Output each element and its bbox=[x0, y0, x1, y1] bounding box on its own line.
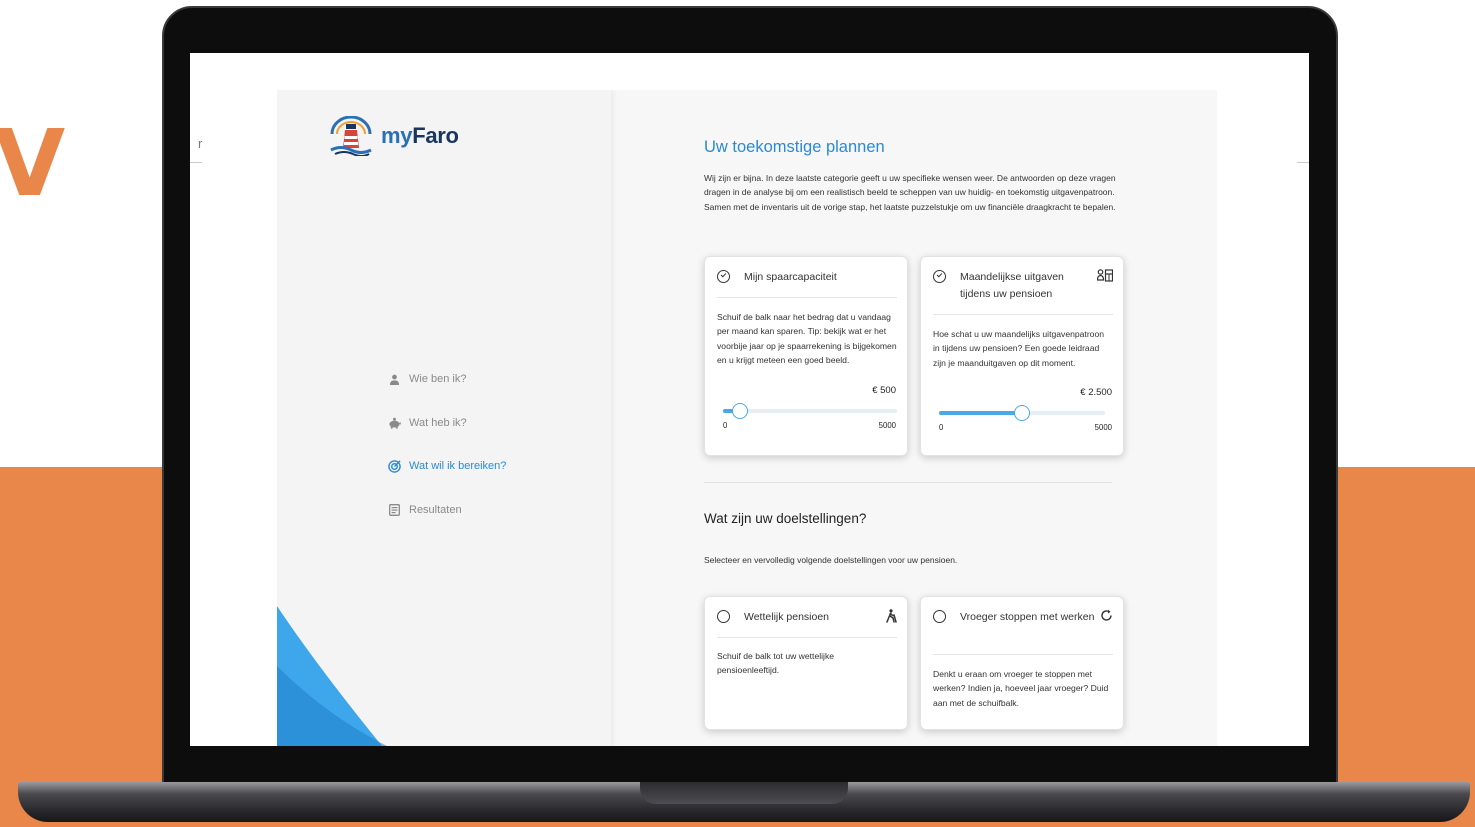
card-description: Hoe schat u uw maandelijks uitgavenpatro… bbox=[933, 329, 1105, 368]
laptop-screen: r myFaro Wie ben ik? Wat heb ik? Wat wil… bbox=[190, 53, 1309, 746]
marketing-stage: V r myFaro Wie ben ik? Wat heb ik? Wat w… bbox=[0, 0, 1475, 827]
sidebar-item-label: Wat wil ik bereiken? bbox=[409, 460, 507, 472]
savings-capacity-card[interactable]: Mijn spaarcapaciteit Schuif de balk naar… bbox=[704, 256, 908, 456]
background-letter: V bbox=[0, 110, 66, 217]
card-divider bbox=[933, 314, 1113, 315]
card-description: Denkt u eraan om vroeger te stoppen met … bbox=[933, 669, 1109, 708]
document-icon bbox=[387, 503, 401, 517]
card-title: Mijn spaarcapaciteit bbox=[744, 271, 837, 283]
card-description: Schuif de balk tot uw wettelijke pensioe… bbox=[717, 651, 835, 676]
card-divider bbox=[717, 297, 897, 298]
slider-max-label: 5000 bbox=[878, 421, 896, 430]
person-icon bbox=[387, 372, 401, 386]
card-description: Schuif de balk naar het bedrag dat u van… bbox=[717, 312, 897, 366]
logo-wordmark: myFaro bbox=[381, 123, 459, 148]
sidebar-item-resultaten[interactable]: Resultaten bbox=[387, 500, 506, 520]
slider-thumb[interactable] bbox=[732, 403, 749, 419]
check-circle-icon[interactable] bbox=[933, 270, 946, 283]
refresh-icon bbox=[1100, 609, 1113, 626]
sidebar-item-wat-wil-ik-bereiken[interactable]: Wat wil ik bereiken? bbox=[387, 456, 506, 476]
card-header: Maandelijkse uitgaven tijdens uw pensioe… bbox=[933, 269, 1114, 303]
piggy-bank-icon bbox=[387, 416, 401, 430]
card-divider bbox=[717, 637, 897, 638]
savings-slider[interactable] bbox=[723, 403, 897, 419]
slider-thumb[interactable] bbox=[1014, 405, 1030, 421]
intro-text: Wij zijn er bijna. In deze laatste categ… bbox=[704, 173, 1116, 212]
page-edge-text: r bbox=[198, 136, 203, 151]
people-calendar-icon bbox=[1096, 269, 1114, 286]
sidebar-item-wie-ben-ik[interactable]: Wie ben ik? bbox=[387, 369, 506, 389]
slider-value: € 2.500 bbox=[1080, 387, 1112, 398]
goals-title: Wat zijn uw doelstellingen? bbox=[704, 511, 867, 526]
card-title: Vroeger stoppen met werken bbox=[960, 611, 1095, 623]
early-retirement-card[interactable]: Vroeger stoppen met werken Denkt u eraan… bbox=[920, 596, 1124, 730]
card-title: Wettelijk pensioen bbox=[744, 611, 830, 623]
slider-min-label: 0 bbox=[939, 423, 944, 432]
sidebar-nav: Wie ben ik? Wat heb ik? Wat wil ik berei… bbox=[387, 369, 506, 543]
page-edge-rule bbox=[190, 162, 202, 163]
slider-min-label: 0 bbox=[723, 421, 728, 430]
radio-circle-icon[interactable] bbox=[933, 610, 946, 623]
card-title: Maandelijkse uitgaven tijdens uw pensioe… bbox=[960, 271, 1064, 300]
expenses-slider[interactable] bbox=[939, 405, 1105, 421]
sidebar-item-label: Wie ben ik? bbox=[409, 373, 467, 385]
sidebar: myFaro Wie ben ik? Wat heb ik? Wat wil i… bbox=[277, 90, 611, 746]
slider-value: € 500 bbox=[872, 385, 896, 396]
card-divider bbox=[933, 654, 1113, 655]
sidebar-item-label: Resultaten bbox=[409, 503, 462, 516]
goals-subtitle: Selecteer en vervolledig volgende doelst… bbox=[704, 555, 958, 565]
lighthouse-icon bbox=[330, 116, 372, 156]
main-content: Uw toekomstige plannen Wij zijn er bijna… bbox=[704, 90, 1204, 746]
myfaro-app: myFaro Wie ben ik? Wat heb ik? Wat wil i… bbox=[277, 90, 1217, 746]
walking-person-icon bbox=[886, 609, 897, 627]
retirement-expenses-card[interactable]: Maandelijkse uitgaven tijdens uw pensioe… bbox=[920, 256, 1124, 456]
slider-max-label: 5000 bbox=[1094, 423, 1112, 432]
radio-circle-icon[interactable] bbox=[717, 610, 730, 623]
sidebar-item-wat-heb-ik[interactable]: Wat heb ik? bbox=[387, 413, 506, 433]
card-header: Vroeger stoppen met werken bbox=[933, 609, 1113, 626]
card-header: Wettelijk pensioen bbox=[717, 609, 897, 627]
page-title: Uw toekomstige plannen bbox=[704, 138, 885, 156]
sidebar-item-label: Wat heb ik? bbox=[409, 416, 467, 429]
card-header: Mijn spaarcapaciteit bbox=[717, 269, 897, 286]
decorative-wave bbox=[277, 606, 387, 746]
section-divider bbox=[704, 482, 1112, 483]
myfaro-logo[interactable]: myFaro bbox=[329, 116, 459, 156]
target-icon bbox=[387, 459, 401, 473]
check-circle-icon[interactable] bbox=[717, 270, 730, 283]
page-edge-rule bbox=[1297, 162, 1309, 163]
laptop-notch bbox=[640, 782, 848, 804]
slider-fill bbox=[939, 411, 1022, 415]
statutory-pension-card[interactable]: Wettelijk pensioen Schuif de balk tot uw… bbox=[704, 596, 908, 730]
